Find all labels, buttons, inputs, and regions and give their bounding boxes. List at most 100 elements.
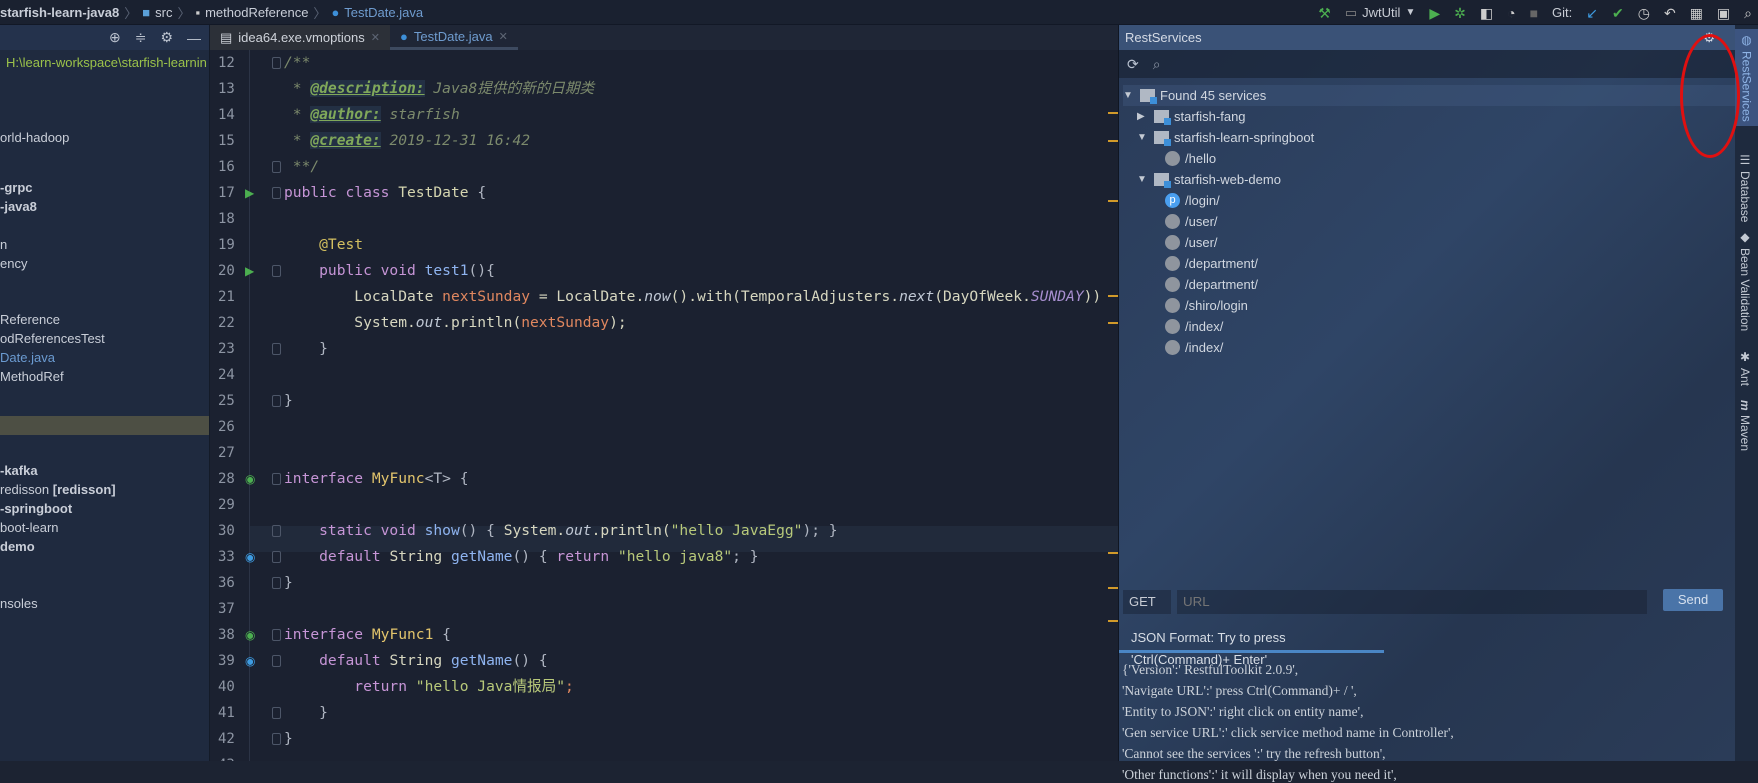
breadcrumb-package[interactable]: ▪ methodReference [195, 5, 308, 20]
json-format-tab[interactable]: JSON Format: Try to press 'Ctrl(Command)… [1119, 627, 1384, 667]
breadcrumb-file[interactable]: ● TestDate.java [331, 5, 423, 20]
side-tool-maven[interactable]: m Maven [1738, 400, 1752, 451]
close-icon[interactable]: ✕ [371, 31, 380, 44]
project-tree-item[interactable]: -springboot [0, 501, 72, 516]
gear-icon[interactable]: ⚙ [160, 29, 173, 46]
tree-module[interactable]: ▼ starfish-learn-springboot [1137, 127, 1314, 148]
run-test-icon[interactable]: ▶ [245, 180, 254, 206]
project-tree-item[interactable]: demo [0, 539, 35, 554]
project-tree-item[interactable]: -java8 [0, 199, 37, 214]
breadcrumb-src[interactable]: ■ src [142, 5, 172, 20]
collapse-arrow-icon[interactable]: ▶ [1137, 111, 1149, 122]
locate-icon[interactable]: ⊕ [109, 29, 121, 46]
project-tree-item[interactable]: ency [0, 256, 27, 271]
expand-arrow-icon[interactable]: ▼ [1137, 132, 1149, 143]
tab-vmoptions[interactable]: ▤ idea64.exe.vmoptions ✕ [210, 25, 390, 50]
url-input[interactable] [1177, 590, 1647, 614]
collapse-all-icon[interactable]: ≑ [135, 29, 147, 46]
tree-service[interactable]: /department/ [1165, 253, 1258, 274]
tree-service[interactable]: /user/ [1165, 211, 1218, 232]
terminal-icon[interactable]: ▣ [1717, 6, 1730, 20]
project-tree-item[interactable]: boot-learn [0, 520, 59, 535]
project-tree-item[interactable]: nsoles [0, 596, 38, 611]
send-button[interactable]: Send [1663, 589, 1723, 611]
tree-root[interactable]: ▼ Found 45 services [1123, 85, 1735, 106]
tree-service[interactable]: /index/ [1165, 337, 1223, 358]
implemented-icon[interactable]: ◉ [245, 622, 255, 648]
code-editor[interactable]: 12/** 13 * @description: Java8提供的新的日期类 14 … [210, 50, 1118, 761]
fold-icon[interactable] [272, 629, 281, 641]
side-tool-database[interactable]: ☰ Database [1738, 153, 1752, 222]
refresh-icon[interactable]: ⟳ [1127, 56, 1139, 73]
coverage-icon[interactable]: ◧ [1480, 6, 1493, 20]
implemented-icon[interactable]: ◉ [245, 466, 255, 492]
git-update-icon[interactable]: ↙ [1586, 6, 1598, 20]
project-structure-icon[interactable]: ▦ [1690, 6, 1703, 20]
project-tree-item[interactable]: -grpc [0, 180, 33, 195]
project-root-path[interactable]: H:\learn-workspace\starfish-learnin [6, 55, 207, 70]
fold-icon[interactable] [272, 395, 281, 407]
history-icon[interactable]: ◷ [1638, 6, 1650, 20]
project-tree-item[interactable]: n [0, 237, 7, 252]
side-tool-bean-validation[interactable]: ◆ Bean Validation [1738, 230, 1752, 331]
tab-testdate[interactable]: ● TestDate.java ✕ [390, 25, 518, 50]
fold-icon[interactable] [272, 343, 281, 355]
project-tree-item[interactable]: Date.java [0, 350, 55, 365]
debug-icon[interactable]: ✲ [1454, 6, 1466, 20]
fold-icon[interactable] [272, 733, 281, 745]
tree-service[interactable]: /department/ [1165, 274, 1258, 295]
warning-marker[interactable] [1108, 620, 1118, 622]
revert-icon[interactable]: ↶ [1664, 6, 1676, 20]
project-tree-item[interactable]: Reference [0, 312, 60, 327]
run-config-selector[interactable]: ▭ JwtUtil ▼ [1345, 5, 1415, 21]
git-commit-icon[interactable]: ✔ [1612, 6, 1624, 20]
side-tool-ant[interactable]: ✱ Ant [1738, 350, 1752, 386]
warning-marker[interactable] [1108, 587, 1118, 589]
run-test-icon[interactable]: ▶ [245, 258, 254, 284]
search-icon[interactable]: ⌕ [1744, 6, 1752, 20]
fold-icon[interactable] [272, 187, 281, 199]
fold-icon[interactable] [272, 473, 281, 485]
implemented-icon[interactable]: ◉ [245, 648, 255, 674]
build-hammer-icon[interactable]: ⚒ [1318, 6, 1331, 20]
code-token: 2019-12-31 16:42 [380, 132, 531, 149]
search-icon[interactable]: ⌕ [1153, 56, 1161, 73]
tree-service[interactable]: /shiro/login [1165, 295, 1248, 316]
tree-service[interactable]: /index/ [1165, 316, 1223, 337]
project-tree-item[interactable]: orld-hadoop [0, 130, 69, 145]
fold-icon[interactable] [272, 161, 281, 173]
close-icon[interactable]: ✕ [499, 30, 508, 43]
warning-marker[interactable] [1108, 295, 1118, 297]
fold-icon[interactable] [272, 577, 281, 589]
fold-icon[interactable] [272, 525, 281, 537]
breadcrumb-project[interactable]: starfish-learn-java8 [0, 5, 119, 20]
expand-arrow-icon[interactable]: ▼ [1137, 174, 1149, 185]
tree-service[interactable]: /user/ [1165, 232, 1218, 253]
warning-marker[interactable] [1108, 200, 1118, 202]
warning-marker[interactable] [1108, 140, 1118, 142]
warning-marker[interactable] [1108, 322, 1118, 324]
implemented-icon[interactable]: ◉ [245, 544, 255, 570]
code-line: 20 ▶ public void test1(){ [210, 258, 1110, 284]
run-icon[interactable]: ▶ [1429, 6, 1440, 20]
project-tree-item[interactable]: redisson [redisson] [0, 482, 116, 497]
tree-service[interactable]: /hello [1165, 148, 1216, 169]
stop-icon[interactable]: ■ [1530, 6, 1538, 20]
minimize-icon[interactable]: — [187, 30, 201, 46]
fold-icon[interactable] [272, 265, 281, 277]
warning-marker[interactable] [1108, 112, 1118, 114]
project-tree-item[interactable]: -kafka [0, 463, 38, 478]
warning-marker[interactable] [1108, 552, 1118, 554]
fold-icon[interactable] [272, 551, 281, 563]
tree-module[interactable]: ▼ starfish-web-demo [1137, 169, 1281, 190]
profile-icon[interactable]: ◔ [1507, 6, 1515, 20]
tree-module[interactable]: ▶ starfish-fang [1137, 106, 1246, 127]
http-method-select[interactable]: GET [1123, 590, 1171, 614]
expand-arrow-icon[interactable]: ▼ [1123, 90, 1135, 101]
project-tree-item[interactable]: MethodRef [0, 369, 64, 384]
tree-service[interactable]: p/login/ [1165, 190, 1220, 211]
project-tree-item[interactable]: odReferencesTest [0, 331, 105, 346]
fold-icon[interactable] [272, 57, 281, 69]
fold-icon[interactable] [272, 707, 281, 719]
fold-icon[interactable] [272, 655, 281, 667]
